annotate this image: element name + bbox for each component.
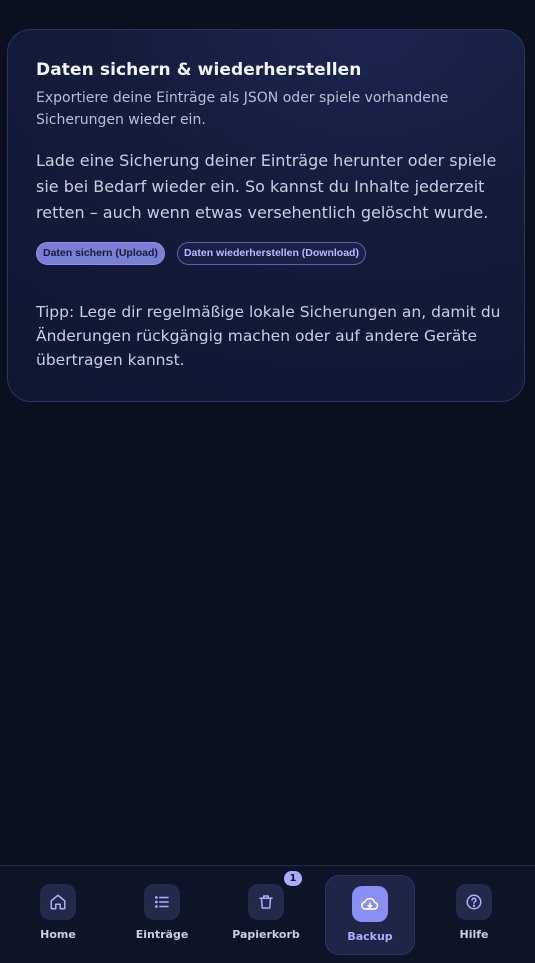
nav-item-home[interactable]: Home xyxy=(13,874,103,954)
nav-label-backup: Backup xyxy=(347,930,393,943)
backup-card: Daten sichern & wiederherstellen Exporti… xyxy=(7,29,525,402)
nav-label-home: Home xyxy=(40,928,76,941)
card-subtitle: Exportiere deine Einträge als JSON oder … xyxy=(36,90,449,128)
nav-label-help: Hilfe xyxy=(459,928,489,941)
nav-item-backup[interactable]: Backup xyxy=(325,875,415,955)
tip-text: Tipp: Lege dir regelmäßige lokale Sicher… xyxy=(36,303,501,369)
card-title: Daten sichern & wiederherstellen xyxy=(36,60,362,80)
backup-upload-button[interactable]: Daten sichern (Upload) xyxy=(36,242,165,265)
nav-item-help[interactable]: Hilfe xyxy=(429,874,519,954)
app-screen: Daten sichern & wiederherstellen Exporti… xyxy=(0,0,535,963)
bottom-navigation: Home Einträge 1 Papierkorb Backup Hilfe xyxy=(0,865,535,963)
trash-icon: 1 xyxy=(248,871,302,920)
home-icon xyxy=(40,884,76,920)
help-icon xyxy=(456,884,492,920)
restore-download-button[interactable]: Daten wiederherstellen (Download) xyxy=(176,242,366,265)
trash-count-badge: 1 xyxy=(284,871,302,886)
nav-item-trash[interactable]: 1 Papierkorb xyxy=(221,871,311,954)
list-icon xyxy=(144,884,180,920)
card-description: Lade eine Sicherung deiner Einträge heru… xyxy=(36,151,497,222)
nav-label-trash: Papierkorb xyxy=(232,928,300,941)
cloud-icon xyxy=(352,886,388,922)
nav-label-entries: Einträge xyxy=(135,928,189,941)
action-buttons: Daten sichern (Upload) Daten wiederherst… xyxy=(36,242,496,265)
nav-item-entries[interactable]: Einträge xyxy=(117,874,207,954)
